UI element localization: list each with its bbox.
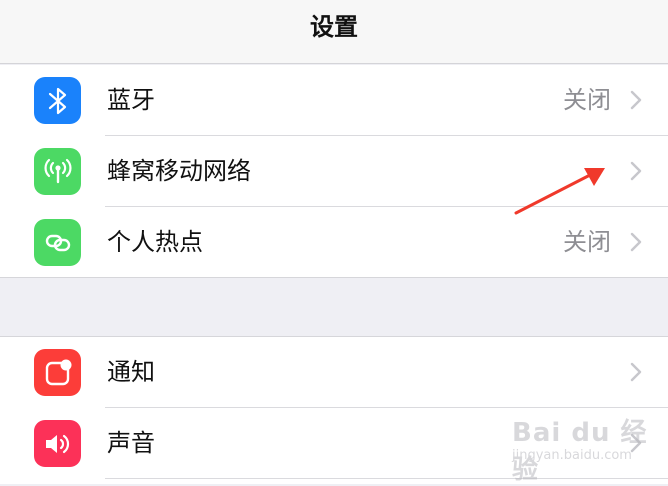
- settings-row-notifications[interactable]: 通知: [0, 337, 668, 408]
- settings-row-label: 个人热点: [107, 228, 203, 256]
- settings-row-value: 关闭: [563, 86, 611, 114]
- bluetooth-icon: [34, 77, 81, 124]
- settings-row-label: 蓝牙: [107, 86, 155, 114]
- personal-hotspot-icon: [34, 219, 81, 266]
- chevron-right-icon: [630, 161, 642, 181]
- settings-row-value: 关闭: [563, 228, 611, 256]
- cellular-antenna-icon: [34, 148, 81, 195]
- sound-speaker-icon: [34, 420, 81, 467]
- watermark: Bai du 经验 jingyan.baidu.com: [508, 408, 658, 485]
- settings-row-label: 通知: [107, 358, 155, 386]
- settings-row-label: 蜂窝移动网络: [107, 157, 251, 185]
- notifications-icon: [34, 349, 81, 396]
- settings-row-bluetooth[interactable]: 蓝牙 关闭: [0, 65, 668, 136]
- navigation-bar: 设置: [0, 0, 668, 64]
- page-title: 设置: [310, 13, 358, 41]
- settings-row-label: 声音: [107, 429, 155, 457]
- annotation-arrow: [514, 168, 605, 215]
- chevron-right-icon: [630, 90, 642, 110]
- watermark-url: jingyan.baidu.com: [512, 448, 632, 463]
- chevron-right-icon: [630, 232, 642, 252]
- chevron-right-icon: [630, 362, 642, 382]
